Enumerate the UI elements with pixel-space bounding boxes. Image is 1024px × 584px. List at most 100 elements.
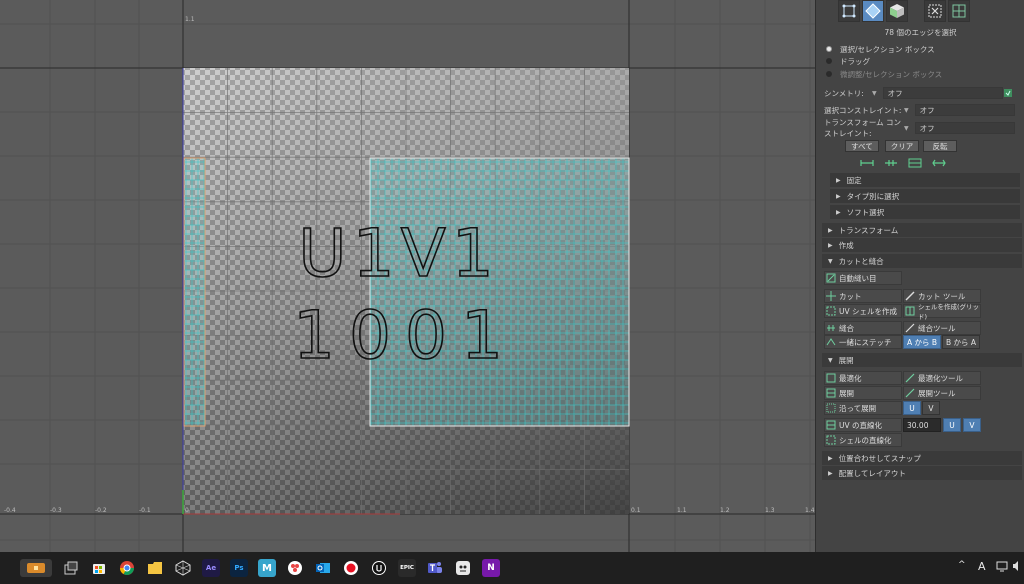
uv-shell-large[interactable] [369,157,630,427]
uv-canvas[interactable]: U1V1 1001 [0,0,815,552]
straighten-uv-button[interactable]: UV の直線化 [824,418,902,432]
radio-drag[interactable]: ドラッグ [826,55,870,67]
select-constraint-row: 選択コンストレイント: ▼ オフ [824,103,1015,117]
photoshop-icon[interactable]: Ps [230,559,248,577]
collapse-arrow-icon: ▶ [836,208,841,216]
straighten-angle-field[interactable]: 30.00 [903,418,941,432]
collapse-arrow-icon: ▶ [828,226,833,234]
ime-indicator[interactable]: A [978,560,986,573]
b-to-a-button[interactable]: B から A [942,335,980,349]
epic-games-icon[interactable]: EPIC [398,559,416,577]
task-view-icon[interactable] [62,559,80,577]
cut-button[interactable]: カット [824,289,902,303]
unfold-button[interactable]: 展開 [824,386,902,400]
optimize-tool-button[interactable]: 最適化ツール [903,371,981,385]
axis-tick-top: 1.1 [185,16,195,23]
face-mode-button[interactable] [886,0,908,22]
section-pin[interactable]: ▶ 固定 [830,173,1020,187]
uv-shell-mode-button[interactable] [924,0,946,22]
grow-selection-icon[interactable] [860,158,874,168]
uv-mode-button[interactable] [948,0,970,22]
network-icon[interactable] [996,560,1008,575]
select-loop-icon[interactable] [932,158,946,168]
after-effects-icon[interactable]: Ae [202,559,220,577]
section-soft-select[interactable]: ▶ ソフト選択 [830,205,1020,219]
select-border-icon[interactable] [908,158,922,168]
section-select-by-type[interactable]: ▶ タイプ別に選択 [830,189,1020,203]
chrome-icon[interactable] [118,559,136,577]
invert-button[interactable]: 反転 [923,140,957,152]
stitch-icon [826,337,836,347]
uv-editor-viewport[interactable]: U1V1 1001 1.1 -0.4 -0.3 -0.2 -0.1 0 0.1 … [0,0,815,552]
section-create[interactable]: ▶ 作成 [822,238,1022,252]
stitch-together-button[interactable]: 一緒にステッチ [824,335,902,349]
select-constraint-dropdown[interactable]: オフ [914,104,1015,116]
straighten-shell-button[interactable]: シェルの直線化 [824,433,902,447]
radio-tweak-select-box[interactable]: 微調整/セレクション ボックス [826,68,942,80]
axis-tick: 1.3 [765,507,775,514]
sew-icon [826,323,836,333]
maya-icon[interactable]: M [258,559,276,577]
component-mode-toolbar [838,0,970,24]
pin-icon[interactable] [1003,88,1013,98]
unfold-icon [826,388,836,398]
axis-tick: -0.1 [139,507,151,514]
selection-count: 78 個のエッジを選択 [884,28,957,37]
vertex-mode-button[interactable] [838,0,860,22]
optimize-button[interactable]: 最適化 [824,371,902,385]
file-explorer-icon[interactable] [146,559,164,577]
transform-constraint-label: トランスフォーム コンストレイント: [824,118,902,138]
axis-tick: -0.3 [50,507,62,514]
optimize-tool-icon [905,373,915,383]
collapse-arrow-icon: ▶ [828,454,833,462]
record-icon[interactable] [342,559,360,577]
show-hidden-icons-chevron-icon[interactable]: ^ [958,560,966,570]
speaker-icon[interactable] [1012,560,1022,575]
create-shell-grid-button[interactable]: シェルを作成(グリッド) [903,303,981,321]
radio-select-box[interactable]: 選択/セレクション ボックス [826,43,935,55]
ms-store-icon[interactable] [90,559,108,577]
sew-tool-button[interactable]: 縫合ツール [903,321,981,335]
teams-icon[interactable] [426,559,444,577]
sew-button[interactable]: 縫合 [824,321,902,335]
straighten-v-button[interactable]: V [963,418,981,432]
expand-arrow-icon: ▼ [828,257,833,265]
section-align-snap[interactable]: ▶ 位置合わせしてスナップ [822,451,1022,465]
dropdown-arrow-icon: ▼ [872,89,877,97]
section-cut-sew[interactable]: ▼ カットと縫合 [822,254,1022,268]
unfold-tool-button[interactable]: 展開ツール [903,386,981,400]
uv-toolkit-panel: 78 個のエッジを選択 選択/セレクション ボックス ドラッグ 微調整/セレクシ… [815,0,1024,552]
cube-icon [890,4,904,18]
radio-label: 選択/セレクション ボックス [840,44,935,54]
axis-tick: 1.4 [805,507,815,514]
axis-tick: 1.2 [720,507,730,514]
transform-constraint-dropdown[interactable]: オフ [914,122,1015,134]
a-to-b-button[interactable]: A から B [903,335,941,349]
davinci-resolve-icon[interactable] [286,559,304,577]
collapse-arrow-icon: ▶ [836,192,841,200]
onenote-icon[interactable]: N [482,559,500,577]
outlook-icon[interactable] [314,559,332,577]
unreal-engine-icon[interactable] [370,559,388,577]
unfold-along-u-button[interactable]: U [903,401,921,415]
auto-seams-icon [826,273,836,283]
select-all-button[interactable]: すべて [845,140,879,152]
shrink-selection-icon[interactable] [884,158,898,168]
clear-button[interactable]: クリア [885,140,919,152]
unfold-along-v-button[interactable]: V [922,401,940,415]
symmetry-dropdown[interactable]: オフ [882,87,1003,99]
unfold-along-button[interactable]: 沿って展開 [824,401,902,415]
substance-icon[interactable] [454,559,472,577]
dropdown-arrow-icon: ▼ [904,106,909,114]
edge-icon [865,3,881,19]
straighten-u-button[interactable]: U [943,418,961,432]
section-arrange-layout[interactable]: ▶ 配置してレイアウト [822,466,1022,480]
unity-icon[interactable] [174,559,192,577]
uv-shell-narrow[interactable] [183,157,206,427]
edge-mode-button[interactable] [862,0,884,22]
taskbar-widget-icon[interactable] [20,559,52,577]
section-unfold[interactable]: ▼ 展開 [822,353,1022,367]
auto-seams-button[interactable]: 自動縫い目 [824,271,902,285]
section-transform[interactable]: ▶ トランスフォーム [822,223,1022,237]
create-uv-shell-button[interactable]: UV シェルを作成 [824,304,902,318]
